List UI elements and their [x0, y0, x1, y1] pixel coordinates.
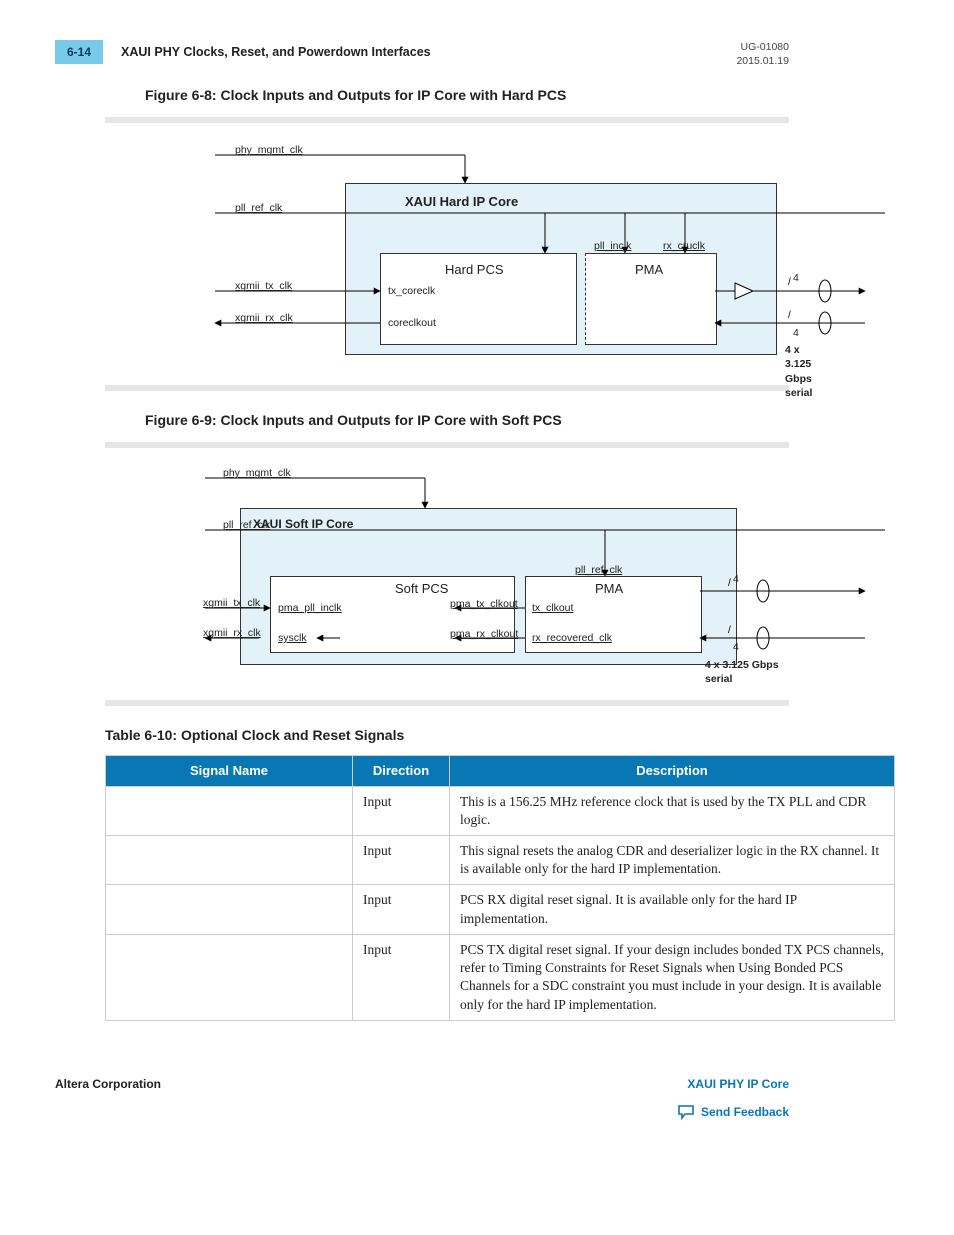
- table-6-10-title: Table 6-10: Optional Clock and Reset Sig…: [105, 726, 789, 745]
- table-row: Input This is a 156.25 MHz reference clo…: [106, 786, 895, 835]
- lbl2-four-b: 4: [733, 640, 739, 654]
- lbl-tx-coreclk: tx_coreclk: [388, 284, 435, 298]
- lbl-phy-mgmt-clk: phy_mgmt_clk: [235, 143, 303, 157]
- lbl-xgmii-rx-clk: xgmii_rx_clk: [235, 311, 293, 325]
- divider: [105, 700, 789, 706]
- lbl2-phy-mgmt-clk: phy_mgmt_clk: [223, 466, 291, 480]
- table-row: Input PCS RX digital reset signal. It is…: [106, 885, 895, 934]
- figure-6-8-title: Figure 6-8: Clock Inputs and Outputs for…: [145, 86, 789, 105]
- speech-bubble-icon: [677, 1104, 695, 1120]
- send-feedback-link[interactable]: Send Feedback: [677, 1104, 789, 1120]
- page-header: 6-14 XAUI PHY Clocks, Reset, and Powerdo…: [55, 40, 789, 68]
- table-row: Input This signal resets the analog CDR …: [106, 836, 895, 885]
- lbl2-pma-rx-clkout: pma_rx_clkout: [450, 627, 518, 641]
- lbl-pll-inclk: pll_inclk: [594, 239, 631, 253]
- lbl-serial: 4 x 3.125 Gbps serial: [785, 343, 812, 400]
- th-description: Description: [450, 756, 895, 787]
- lbl2-pma-pll-inclk: pma_pll_inclk: [278, 601, 342, 615]
- lbl-rx-cruclk: rx_cruclk: [663, 239, 705, 253]
- svg-text:/: /: [788, 310, 791, 321]
- lbl2-sysclk: sysclk: [278, 631, 307, 645]
- page-footer: Altera Corporation XAUI PHY IP Core Send…: [55, 1076, 789, 1124]
- divider: [105, 117, 789, 123]
- lbl-four-b: 4: [793, 326, 799, 340]
- lbl2-pll-ref-clk-2: pll_ref_clk: [575, 563, 622, 577]
- lbl-four-a: 4: [793, 271, 799, 285]
- lbl-pll-ref-clk: pll_ref_clk: [235, 201, 282, 215]
- lbl-coreclkout: coreclkout: [388, 316, 436, 330]
- lbl2-pma-tx-clkout: pma_tx_clkout: [450, 597, 518, 611]
- lbl2-rx-recovered-clk: rx_recovered_clk: [532, 631, 612, 645]
- figure-6-9-diagram: / / phy_mgmt_clk pll_ref_clk xgmii_tx_cl…: [105, 468, 789, 688]
- section-title: XAUI PHY Clocks, Reset, and Powerdown In…: [121, 44, 431, 61]
- divider: [105, 385, 789, 391]
- lbl2-pma: PMA: [595, 580, 623, 598]
- figure-6-8-diagram: / / phy_mgmt_clk pll_ref_clk xgmii_tx_cl…: [105, 143, 789, 373]
- lbl2-four-a: 4: [733, 572, 739, 586]
- lbl-pma: PMA: [635, 261, 663, 279]
- lbl2-core: XAUI Soft IP Core: [253, 516, 353, 532]
- page-number-badge: 6-14: [55, 40, 103, 64]
- th-direction: Direction: [353, 756, 450, 787]
- doc-date: 2015.01.19: [736, 54, 789, 68]
- doc-reference: UG-01080: [736, 40, 789, 54]
- lbl2-serial: 4 x 3.125 Gbps serial: [705, 658, 789, 686]
- lbl2-soft-pcs: Soft PCS: [395, 580, 448, 598]
- lbl2-xgmii-rx-clk: xgmii_rx_clk: [203, 626, 261, 640]
- lbl-hard-pcs: Hard PCS: [445, 261, 504, 279]
- footer-link-ipcore[interactable]: XAUI PHY IP Core: [677, 1076, 789, 1092]
- footer-company: Altera Corporation: [55, 1076, 161, 1092]
- table-row: Input PCS TX digital reset signal. If yo…: [106, 934, 895, 1020]
- signals-table: Signal Name Direction Description Input …: [105, 755, 895, 1021]
- th-signal-name: Signal Name: [106, 756, 353, 787]
- divider: [105, 442, 789, 448]
- lbl-xgmii-tx-clk: xgmii_tx_clk: [235, 279, 292, 293]
- lbl-core: XAUI Hard IP Core: [405, 193, 518, 211]
- figure-6-9-title: Figure 6-9: Clock Inputs and Outputs for…: [145, 411, 789, 430]
- svg-text:/: /: [788, 277, 791, 288]
- lbl2-tx-clkout: tx_clkout: [532, 601, 573, 615]
- lbl2-xgmii-tx-clk: xgmii_tx_clk: [203, 596, 260, 610]
